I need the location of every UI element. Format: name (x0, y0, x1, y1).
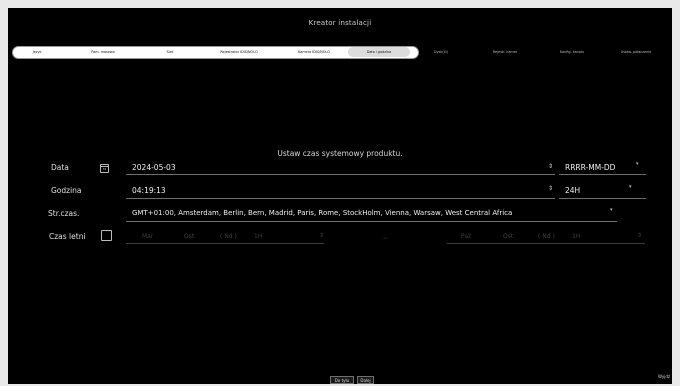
time-format-underline (559, 198, 646, 199)
date-format-chevron-down-icon: ▾ (636, 161, 639, 167)
skip-button[interactable]: Dalej (357, 376, 374, 384)
step-connection-settings[interactable]: Ustaw. połączenie (604, 45, 668, 59)
step-network[interactable]: Sieć (144, 45, 196, 59)
dst-start-month[interactable]: Mar (142, 233, 153, 240)
dst-checkbox[interactable] (101, 230, 112, 241)
calendar-icon[interactable]: 31 (100, 164, 109, 173)
dst-end-month[interactable]: Paź (461, 233, 471, 240)
dst-end-week[interactable]: Ost (503, 233, 513, 240)
dst-start-underline (126, 243, 324, 244)
dst-label: Czas letni (49, 232, 86, 241)
time-label: Godzina (51, 186, 82, 195)
dst-end-spinner-icon[interactable]: ⇕ (637, 233, 642, 239)
time-input[interactable]: 04:19:13 (132, 186, 166, 195)
dst-separator: ~ (383, 235, 389, 242)
dst-start-week[interactable]: Ost (184, 233, 194, 240)
step-storage[interactable]: Pam. masowa (62, 45, 144, 59)
timezone-underline (126, 221, 617, 222)
time-spinner-icon[interactable]: ⇕ (548, 186, 553, 192)
exit-button[interactable]: Wyjdź (658, 374, 670, 379)
step-recorder[interactable]: Rejestrator IDIS/NOLO (196, 45, 282, 59)
step-channel-config[interactable]: Konfig. kanału (540, 45, 604, 59)
date-format-underline (559, 174, 646, 175)
step-disks[interactable]: Dysk(ki) (412, 45, 470, 59)
dst-end-underline (447, 243, 645, 244)
wizard-steps: Język Pam. masowa Sieć Rejestrator IDIS/… (12, 45, 668, 59)
dst-start-spinner-icon[interactable]: ⇕ (319, 233, 324, 239)
time-format-select[interactable]: 24H (565, 186, 580, 195)
date-spinner-icon[interactable]: ⇕ (548, 164, 553, 170)
date-label: Data (51, 163, 69, 172)
step-camera-registration[interactable]: Rejestr. kamer (470, 45, 540, 59)
time-format-chevron-down-icon: ▾ (629, 184, 632, 190)
dst-end-hour[interactable]: 1H (572, 233, 580, 240)
date-format-select[interactable]: RRRR-MM-DD (565, 163, 615, 172)
dst-end-day[interactable]: ( Nd ) (538, 233, 555, 240)
installation-wizard-screen: Kreator instalacji Język Pam. masowa Sie… (8, 8, 672, 384)
step-language[interactable]: Język (12, 45, 62, 59)
back-button[interactable]: Do tyłu (330, 376, 354, 384)
date-input[interactable]: 2024-05-03 (132, 163, 176, 172)
time-underline (126, 198, 555, 199)
timezone-chevron-down-icon: ▾ (610, 207, 613, 213)
date-underline (126, 174, 555, 175)
step-camera[interactable]: Kamera IDIS/NOLO (282, 45, 346, 59)
step-date-time[interactable]: Data i godzina (346, 45, 412, 59)
timezone-select[interactable]: GMT+01:00, Amsterdam, Berlin, Bern, Madr… (132, 209, 512, 217)
dst-start-hour[interactable]: 1H (254, 233, 262, 240)
wizard-title: Kreator instalacji (308, 19, 372, 27)
instruction-text: Ustaw czas systemowy produktu. (277, 149, 403, 158)
timezone-label: Str.czas. (48, 209, 80, 218)
dst-start-day[interactable]: ( Nd ) (220, 233, 237, 240)
